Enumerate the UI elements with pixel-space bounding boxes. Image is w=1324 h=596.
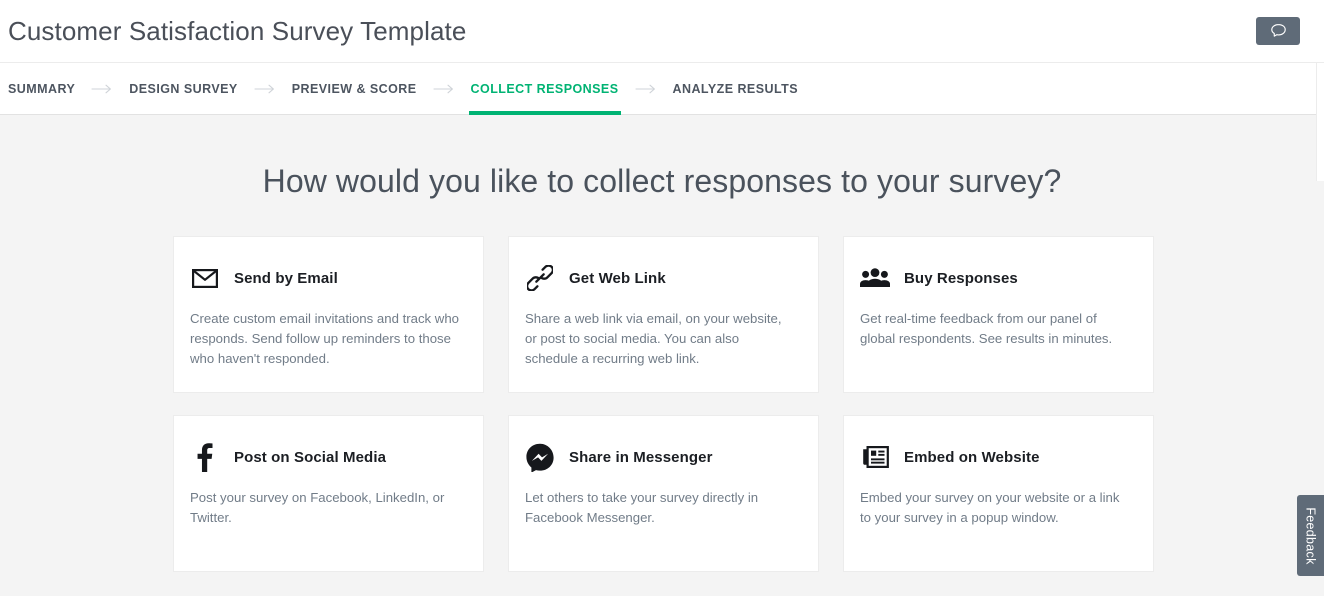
arrow-right-icon — [419, 63, 469, 114]
option-card-post-on-social-media[interactable]: Post on Social Media Post your survey on… — [173, 415, 484, 572]
arrow-right-icon — [240, 63, 290, 114]
card-header: Embed on Website — [860, 442, 1129, 472]
people-group-icon — [860, 268, 890, 288]
chat-button[interactable] — [1256, 17, 1300, 45]
card-header: Send by Email — [190, 263, 459, 293]
card-header: Post on Social Media — [190, 442, 459, 472]
main-content: How would you like to collect responses … — [0, 115, 1324, 595]
page-title: Customer Satisfaction Survey Template — [8, 15, 467, 46]
option-card-share-in-messenger[interactable]: Share in Messenger Let others to take yo… — [508, 415, 819, 572]
card-description: Get real-time feedback from our panel of… — [860, 311, 1113, 346]
app-root: Customer Satisfaction Survey Template SU… — [0, 0, 1324, 596]
step-label: DESIGN SURVEY — [129, 81, 238, 96]
card-description: Let others to take your survey directly … — [525, 490, 759, 525]
step-summary[interactable]: SUMMARY — [6, 63, 77, 114]
arrow-right-icon — [621, 63, 671, 114]
card-title: Share in Messenger — [569, 448, 713, 466]
embed-document-icon — [860, 445, 890, 469]
card-header: Share in Messenger — [525, 442, 794, 472]
collect-options-grid: Send by Email Create custom email invita… — [173, 236, 1154, 572]
step-label: SUMMARY — [8, 81, 76, 96]
step-analyze-results[interactable]: ANALYZE RESULTS — [671, 63, 801, 114]
step-label: COLLECT RESPONSES — [470, 81, 619, 96]
card-description: Share a web link via email, on your webs… — [525, 311, 782, 366]
card-header: Get Web Link — [525, 263, 794, 293]
step-design-survey[interactable]: DESIGN SURVEY — [127, 63, 239, 114]
messenger-icon — [525, 443, 555, 472]
card-title: Send by Email — [234, 269, 338, 287]
step-label: PREVIEW & SCORE — [291, 81, 417, 96]
chain-link-icon — [525, 265, 555, 291]
feedback-tab-label: Feedback — [1303, 506, 1318, 565]
arrow-right-icon — [77, 63, 127, 114]
step-label: ANALYZE RESULTS — [672, 81, 799, 96]
card-title: Embed on Website — [904, 448, 1040, 466]
option-card-buy-responses[interactable]: Buy Responses Get real-time feedback fro… — [843, 236, 1154, 393]
step-navigation: SUMMARY DESIGN SURVEY PREVIEW & SCORE CO… — [0, 63, 1324, 115]
card-description: Embed your survey on your website or a l… — [860, 490, 1120, 525]
facebook-f-icon — [190, 442, 220, 472]
feedback-tab[interactable]: Feedback — [1297, 495, 1324, 576]
option-card-embed-on-website[interactable]: Embed on Website Embed your survey on yo… — [843, 415, 1154, 572]
step-collect-responses[interactable]: COLLECT RESPONSES — [468, 63, 621, 115]
option-card-get-web-link[interactable]: Get Web Link Share a web link via email,… — [508, 236, 819, 393]
envelope-icon — [190, 268, 220, 288]
card-title: Buy Responses — [904, 269, 1018, 287]
card-description: Post your survey on Facebook, LinkedIn, … — [190, 490, 445, 525]
card-header: Buy Responses — [860, 263, 1129, 293]
page-scrollbar-thumb[interactable] — [1316, 63, 1324, 181]
collect-options-container: Send by Email Create custom email invita… — [171, 236, 1154, 572]
app-header: Customer Satisfaction Survey Template — [0, 0, 1324, 63]
step-preview-and-score[interactable]: PREVIEW & SCORE — [290, 63, 419, 114]
option-card-send-by-email[interactable]: Send by Email Create custom email invita… — [173, 236, 484, 393]
card-title: Get Web Link — [569, 269, 666, 287]
card-title: Post on Social Media — [234, 448, 387, 466]
speech-bubble-icon — [1270, 23, 1287, 39]
card-description: Create custom email invitations and trac… — [190, 311, 459, 366]
header-actions — [1256, 17, 1324, 45]
main-headline: How would you like to collect responses … — [262, 163, 1062, 199]
